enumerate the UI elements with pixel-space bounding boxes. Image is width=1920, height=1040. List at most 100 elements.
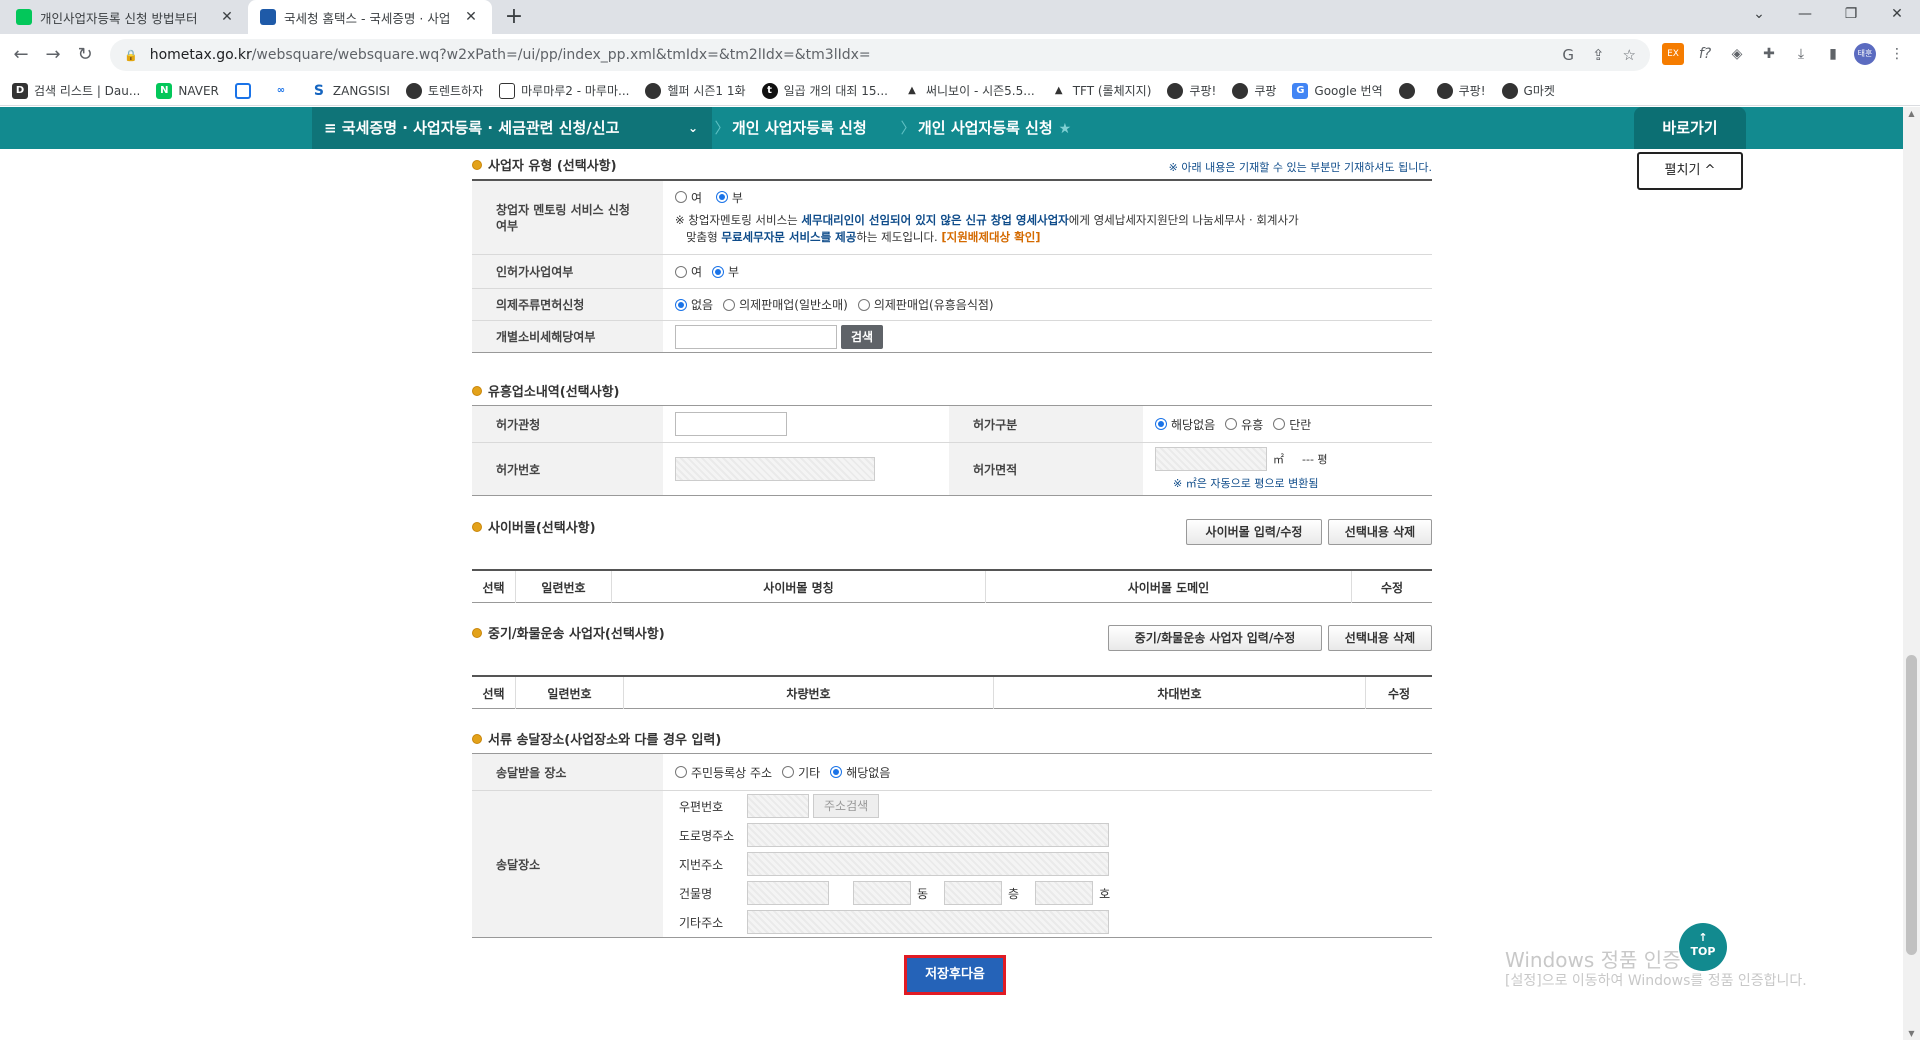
scrollbar-thumb[interactable] bbox=[1906, 655, 1917, 955]
close-tab-icon[interactable]: ✕ bbox=[462, 9, 480, 25]
section-title: 서류 송달장소(사업장소와 다를 경우 입력) bbox=[472, 729, 721, 748]
bookmark-item[interactable]: t 일곱 개의 대죄 15... bbox=[761, 82, 888, 99]
expand-button[interactable]: 펼치기 ^ bbox=[1637, 152, 1743, 190]
browser-tab-active[interactable]: 국세청 홈택스 - 국세증명 · 사업 ✕ bbox=[248, 0, 492, 34]
share-icon[interactable]: ⇪ bbox=[1592, 46, 1605, 64]
delivery-other-radio[interactable]: 기타 bbox=[782, 764, 820, 781]
permit-karaoke-radio[interactable]: 단란 bbox=[1273, 416, 1311, 433]
extension-icon[interactable]: EX bbox=[1662, 43, 1684, 65]
liquor-none-radio[interactable]: 없음 bbox=[675, 296, 713, 313]
minimize-icon[interactable]: — bbox=[1782, 0, 1828, 30]
address-bar[interactable]: 🔒 hometax.go.kr/websquare/websquare.wq?w… bbox=[110, 39, 1650, 71]
bookmark-item[interactable]: 쿠팡! bbox=[1167, 82, 1216, 99]
bookmark-item[interactable] bbox=[234, 82, 257, 99]
license-no-radio[interactable]: 부 bbox=[712, 263, 739, 280]
column-header: 사이버몰 명칭 bbox=[612, 571, 986, 603]
bookmark-item[interactable]: ▲ 써니보이 - 시즌5.5... bbox=[903, 82, 1035, 99]
bookmark-item[interactable]: G Google 번역 bbox=[1292, 82, 1383, 99]
page-scrollbar[interactable]: ▲ ▼ bbox=[1903, 107, 1920, 1040]
field-label: 허가번호 bbox=[472, 443, 663, 495]
section-title: 사이버몰(선택사항) bbox=[472, 517, 596, 536]
permit-none-radio[interactable]: 해당없음 bbox=[1155, 416, 1215, 433]
license-yes-radio[interactable]: 여 bbox=[675, 263, 702, 280]
mentoring-description: ※ 창업자멘토링 서비스는 세무대리인이 선임되어 있지 않은 신규 창업 영세… bbox=[675, 213, 1299, 245]
field-label: 인허가사업여부 bbox=[472, 255, 663, 288]
reload-icon[interactable]: ↻ bbox=[70, 40, 100, 70]
cybermall-delete-button[interactable]: 선택내용 삭제 bbox=[1328, 519, 1432, 545]
column-header: 선택 bbox=[472, 571, 516, 603]
excise-input[interactable] bbox=[675, 324, 837, 349]
download-icon[interactable]: ⤓ bbox=[1790, 43, 1812, 65]
extension-icon[interactable]: ◈ bbox=[1726, 43, 1748, 65]
scroll-up-icon[interactable]: ▲ bbox=[1903, 109, 1920, 118]
address-search-button[interactable]: 주소검색 bbox=[813, 794, 880, 818]
permit-office-input[interactable] bbox=[675, 412, 787, 436]
liquor-retail-radio[interactable]: 의제판매업(일반소매) bbox=[723, 296, 848, 313]
tab-title: 개인사업자등록 신청 방법부터 bbox=[40, 10, 198, 26]
road-address-input[interactable] bbox=[747, 823, 1109, 847]
area-note: ※ ㎡은 자동으로 평으로 변환됨 bbox=[1173, 477, 1319, 490]
pyeong-value: --- 평 bbox=[1302, 453, 1328, 466]
freight-edit-button[interactable]: 중기/화물운송 사업자 입력/수정 bbox=[1108, 625, 1322, 651]
building-name-input[interactable] bbox=[747, 881, 829, 905]
google-translate-icon[interactable]: G bbox=[1562, 46, 1574, 64]
bookmark-item[interactable]: 쿠팡! bbox=[1436, 82, 1486, 99]
form-row: 의제주류면허신청 없음 의제판매업(일반소매) 의제판매업(유흥음식점) bbox=[472, 289, 1432, 321]
close-window-icon[interactable]: ✕ bbox=[1874, 0, 1920, 30]
other-address-input[interactable] bbox=[747, 910, 1109, 934]
bookmark-item[interactable]: N NAVER bbox=[156, 82, 219, 99]
kebab-menu-icon[interactable]: ⋮ bbox=[1886, 43, 1908, 65]
profile-avatar[interactable]: 태훈 bbox=[1854, 43, 1876, 65]
forward-icon[interactable]: → bbox=[38, 40, 68, 70]
lot-address-input[interactable] bbox=[747, 852, 1109, 876]
bookmark-item[interactable]: ∞ bbox=[272, 82, 295, 99]
delivery-none-radio[interactable]: 해당없음 bbox=[830, 764, 890, 781]
permit-entertainment-radio[interactable]: 유흥 bbox=[1225, 416, 1263, 433]
permit-number-input[interactable] bbox=[675, 457, 875, 481]
liquor-entertainment-radio[interactable]: 의제판매업(유흥음식점) bbox=[857, 296, 994, 313]
close-tab-icon[interactable]: ✕ bbox=[218, 9, 236, 25]
scroll-top-button[interactable]: ↑ TOP bbox=[1679, 923, 1727, 971]
mentoring-yes-radio[interactable]: 여 bbox=[675, 189, 702, 206]
main-menu-dropdown[interactable]: ≡ 국세증명 · 사업자등록 · 세금관련 신청/신고 ⌄ bbox=[312, 107, 712, 149]
breadcrumb-item[interactable]: 〉 개인 사업자등록 신청 bbox=[712, 107, 866, 149]
mentoring-no-radio[interactable]: 부 bbox=[715, 189, 743, 206]
side-panel-icon[interactable]: ▮ bbox=[1822, 43, 1844, 65]
bullet-icon bbox=[472, 159, 482, 170]
bookmark-item[interactable]: 쿠팡 bbox=[1232, 82, 1276, 99]
freight-delete-button[interactable]: 선택내용 삭제 bbox=[1328, 625, 1432, 651]
bookmark-item[interactable]: 마루마루2 - 마루마... bbox=[499, 82, 629, 99]
bookmark-item[interactable]: ▲ TFT (롤체지지) bbox=[1050, 82, 1151, 99]
exclusion-check-link[interactable]: [지원배제대상 확인] bbox=[941, 230, 1040, 244]
bookmark-star-icon[interactable]: ☆ bbox=[1623, 46, 1636, 64]
back-icon[interactable]: ← bbox=[6, 40, 36, 70]
bookmark-item[interactable]: S ZANGSISI bbox=[310, 82, 390, 99]
column-header: 수정 bbox=[1380, 580, 1404, 595]
ho-unit: 호 bbox=[1099, 886, 1111, 901]
bookmark-item[interactable] bbox=[1398, 82, 1421, 99]
cybermall-edit-button[interactable]: 사이버몰 입력/수정 bbox=[1186, 519, 1322, 545]
tab-search-icon[interactable]: ⌄ bbox=[1736, 0, 1782, 30]
bookmark-item[interactable]: G마켓 bbox=[1501, 82, 1555, 99]
new-tab-button[interactable]: + bbox=[500, 4, 528, 29]
bookmark-item[interactable]: 토렌트하자 bbox=[405, 82, 483, 99]
function-extension-icon[interactable]: f? bbox=[1694, 43, 1716, 65]
quick-link-button[interactable]: 바로가기 bbox=[1634, 107, 1746, 149]
puzzle-icon[interactable]: ✚ bbox=[1758, 43, 1780, 65]
save-and-next-button[interactable]: 저장후다음 bbox=[904, 955, 1006, 995]
bookmark-item[interactable]: D 검색 리스트 | Dau... bbox=[12, 82, 140, 99]
browser-tab[interactable]: 개인사업자등록 신청 방법부터 ✕ bbox=[4, 0, 248, 34]
ho-input[interactable] bbox=[1035, 881, 1094, 905]
search-button[interactable]: 검색 bbox=[841, 324, 884, 349]
bookmark-item[interactable]: 헬퍼 시즌1 1화 bbox=[645, 82, 746, 99]
restore-icon[interactable]: ❐ bbox=[1828, 0, 1874, 30]
floor-input[interactable] bbox=[944, 881, 1003, 905]
s-icon: S bbox=[310, 82, 327, 99]
zip-input[interactable] bbox=[747, 794, 809, 818]
favorite-star-icon[interactable]: ★ bbox=[1059, 121, 1072, 137]
delivery-resident-radio[interactable]: 주민등록상 주소 bbox=[675, 764, 772, 781]
globe-icon bbox=[405, 82, 422, 99]
dong-input[interactable] bbox=[853, 881, 911, 905]
permit-area-input[interactable] bbox=[1155, 447, 1267, 471]
scroll-down-icon[interactable]: ▼ bbox=[1903, 1029, 1920, 1038]
